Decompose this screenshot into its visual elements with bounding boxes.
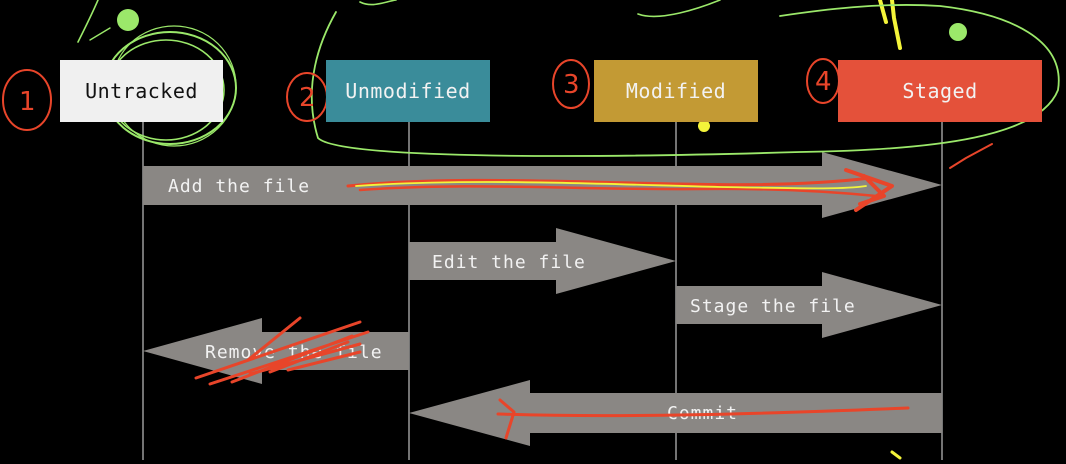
state-box-untracked: Untracked xyxy=(60,60,223,122)
state-box-unmodified: Unmodified xyxy=(326,60,490,122)
arrow-label-edit: Edit the file xyxy=(432,252,586,273)
arrow-add-the-file: Add the file xyxy=(143,152,942,218)
state-box-staged: Staged xyxy=(838,60,1042,122)
arrow-label-stage: Stage the file xyxy=(690,296,856,317)
state-label-unmodified: Unmodified xyxy=(345,79,471,103)
arrow-edit-the-file: Edit the file xyxy=(409,228,676,294)
state-label-staged: Staged xyxy=(902,79,978,103)
arrow-stage-the-file: Stage the file xyxy=(676,272,942,338)
marker-3-label: 3 xyxy=(563,70,580,100)
arrow-label-add: Add the file xyxy=(168,176,310,197)
git-file-lifecycle-diagram: Add the file Edit the file Stage the fil… xyxy=(0,0,1066,460)
marker-2-label: 2 xyxy=(299,83,316,113)
marker-1-label: 1 xyxy=(19,87,36,117)
state-label-untracked: Untracked xyxy=(85,79,198,103)
marker-4-label: 4 xyxy=(815,67,832,97)
state-label-modified: Modified xyxy=(625,79,727,103)
state-box-modified: Modified xyxy=(594,60,758,122)
